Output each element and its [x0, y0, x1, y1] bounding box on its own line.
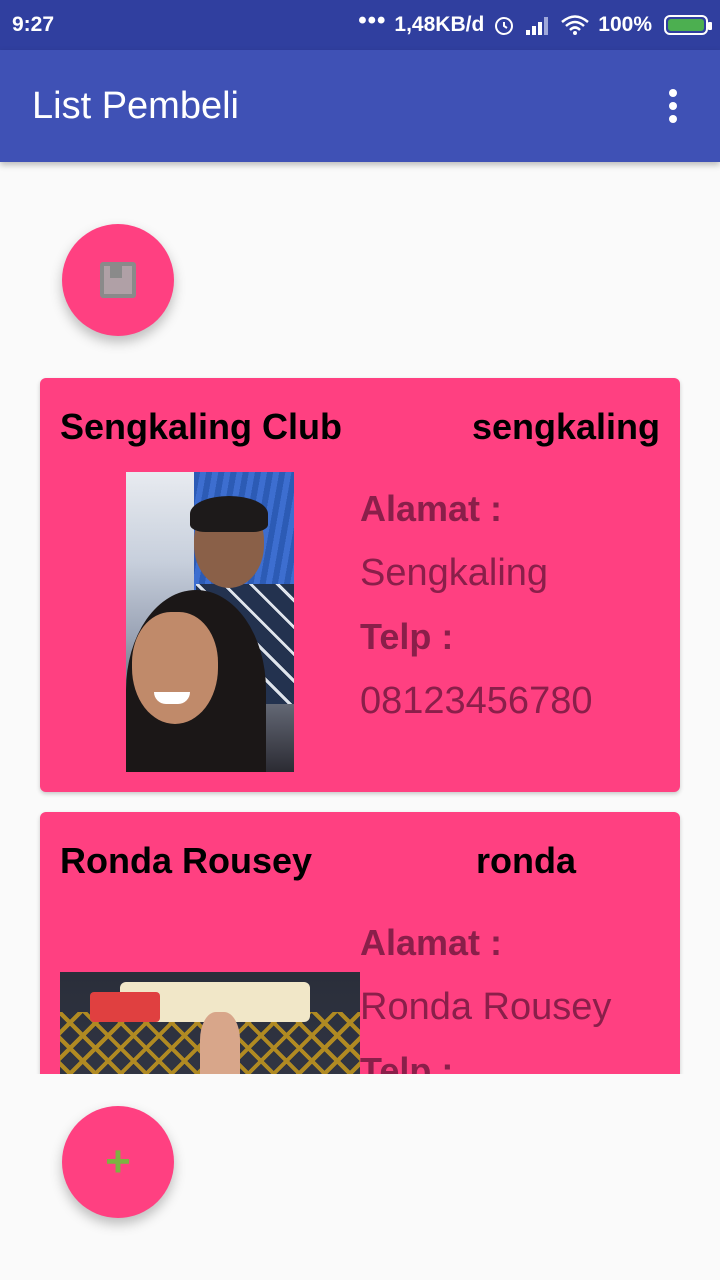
phone-label: Telp : [360, 616, 454, 657]
wifi-icon [561, 15, 590, 35]
notification-dots-icon: ••• [358, 7, 387, 34]
buyer-name: Ronda Rousey [60, 840, 313, 881]
status-time: 9:27 [12, 13, 55, 36]
status-icons: ••• 1,48KB/d 100% [358, 9, 712, 37]
list-item[interactable]: Sengkaling Club sengkaling Alamat : Seng… [40, 378, 680, 792]
status-bar: 9:27 ••• 1,48KB/d 100% [0, 0, 720, 50]
phone-value: 08123456780 [360, 680, 593, 722]
buyer-username: sengkaling [471, 406, 660, 447]
address-value: Ronda Rousey [360, 986, 612, 1028]
bookmark-icon [100, 262, 136, 298]
plus-icon: + [105, 1137, 131, 1186]
buyer-photo [60, 972, 360, 1074]
list-item[interactable]: Ronda Rousey ronda Alamat : Ronda Rousey… [40, 812, 680, 1074]
address-label: Alamat : [360, 488, 503, 529]
buyer-username: ronda [476, 840, 577, 881]
alarm-icon [495, 17, 514, 35]
bookmark-button[interactable] [62, 224, 174, 336]
page-title: List Pembeli [32, 84, 239, 127]
add-buyer-button[interactable]: + [62, 1106, 174, 1218]
address-value: Sengkaling [360, 552, 549, 594]
buyer-photo [126, 472, 294, 772]
network-speed: 1,48KB/d [394, 13, 485, 36]
app-bar: List Pembeli [0, 50, 720, 162]
address-label: Alamat : [360, 922, 503, 963]
battery-icon [664, 15, 712, 35]
more-vert-icon[interactable] [658, 86, 688, 126]
buyer-list[interactable]: Sengkaling Club sengkaling Alamat : Seng… [0, 362, 720, 1074]
battery-percentage: 100% [598, 13, 652, 36]
buyer-name: Sengkaling Club [60, 406, 343, 447]
signal-icon [526, 17, 549, 35]
phone-label: Telp : [360, 1050, 454, 1074]
